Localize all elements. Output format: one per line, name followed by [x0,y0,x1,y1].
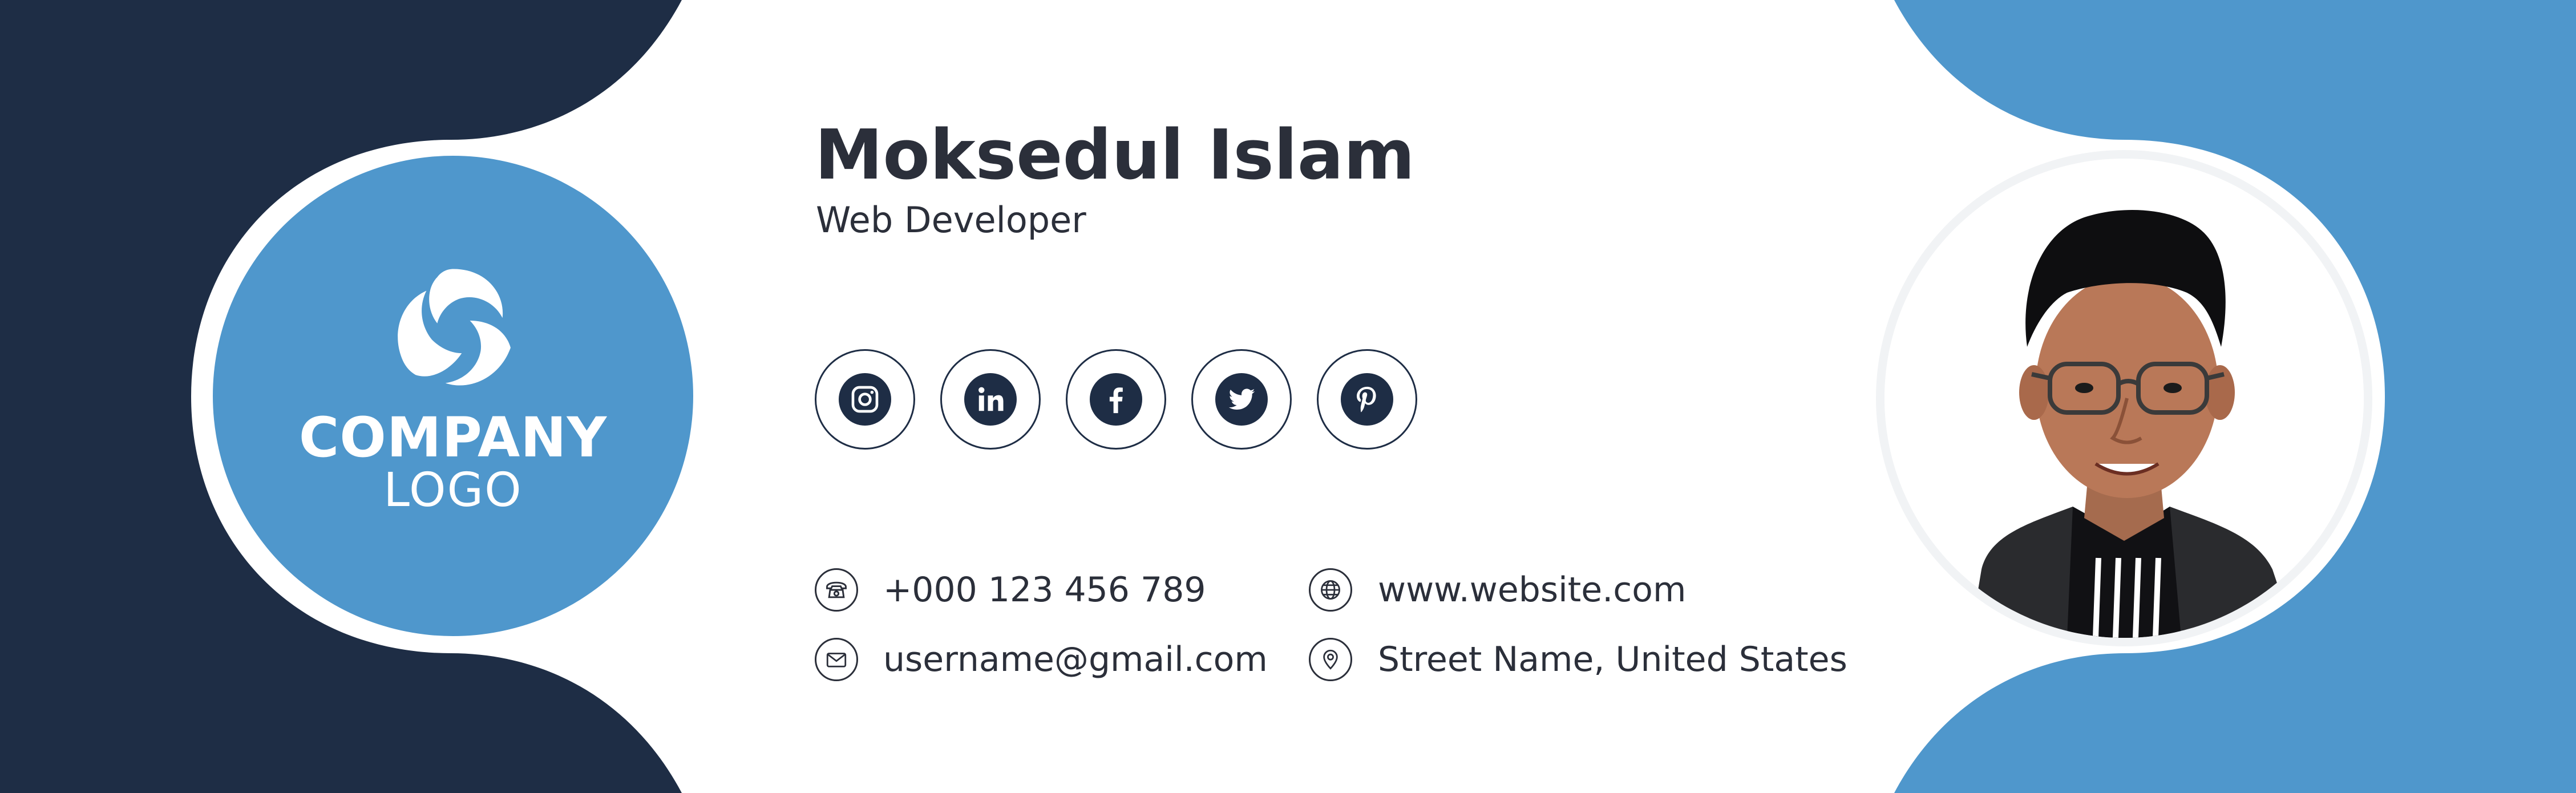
email-signature-banner: COMPANY LOGO Moksedul Islam Web Develope… [0,0,2576,793]
person-photo [1885,159,2364,638]
website-contact-icon [1309,568,1352,612]
phone-number[interactable]: +000 123 456 789 [883,568,1206,612]
linkedin-button[interactable] [940,349,1041,450]
person-name: Moksedul Islam [815,116,1415,195]
envelope-icon [826,653,847,667]
twitter-badge [1215,373,1268,426]
profile-photo [1885,159,2364,638]
logo-text-logo: LOGO [383,463,523,517]
pinterest-badge [1341,373,1393,426]
twitter-button[interactable] [1191,349,1292,450]
job-title: Web Developer [816,199,1086,241]
instagram-badge [839,373,891,426]
telephone-icon [826,581,847,598]
linkedin-icon [978,387,1004,411]
twitter-icon [1228,389,1255,410]
facebook-icon [1109,387,1123,414]
facebook-badge [1090,373,1142,426]
pinterest-button[interactable] [1317,349,1417,450]
phone-contact-icon [815,568,858,612]
linkedin-badge [964,373,1017,426]
pinterest-icon [1357,386,1376,412]
map-pin-icon [1323,649,1338,670]
globe-icon [1321,580,1340,600]
three-swirl-logo-icon [398,269,511,386]
email-address[interactable]: username@gmail.com [883,638,1268,681]
instagram-icon [851,386,879,413]
email-contact-icon [815,638,858,681]
facebook-button[interactable] [1066,349,1166,450]
street-address: Street Name, United States [1378,640,1847,679]
website-url[interactable]: www.website.com [1378,568,1686,612]
instagram-button[interactable] [815,349,915,450]
address-contact-icon [1309,638,1352,681]
logo-text-company: COMPANY [298,406,608,470]
